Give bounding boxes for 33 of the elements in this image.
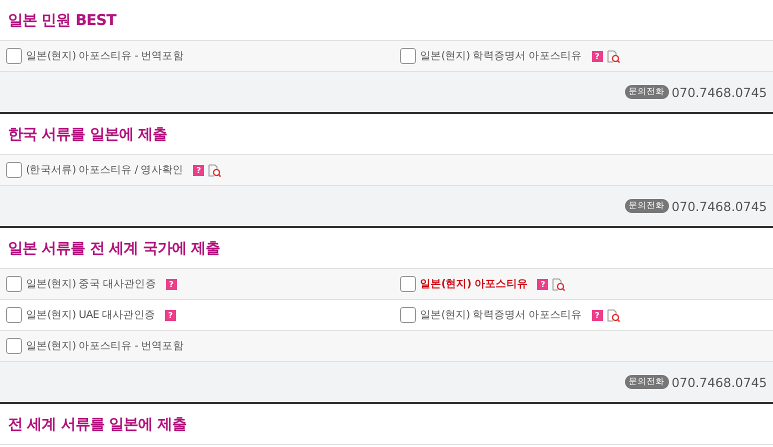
section-title: 전 세계 서류를 일본에 제출 — [0, 404, 773, 445]
document-magnifier-icon[interactable] — [552, 278, 566, 290]
item-label[interactable]: 일본(현지) 아포스티유 - 번역포함 — [26, 49, 184, 63]
help-badge[interactable]: ? — [164, 310, 176, 320]
item-label[interactable]: (한국서류) 아포스티유 / 영사확인 — [26, 163, 184, 177]
item-label[interactable]: 일본(현지) 중국 대사관인증 — [26, 277, 156, 291]
phone-badge: 문의전화 — [624, 85, 669, 99]
checkbox[interactable] — [6, 276, 22, 292]
checkbox[interactable] — [6, 338, 22, 354]
document-magnifier-icon[interactable] — [208, 164, 222, 176]
help-badge[interactable]: ? — [592, 310, 603, 320]
checkbox[interactable] — [6, 307, 22, 323]
checkbox[interactable] — [400, 48, 416, 64]
item-label[interactable]: 일본(현지) 아포스티유 — [420, 277, 528, 291]
checkbox[interactable] — [400, 307, 416, 323]
help-badge[interactable]: ? — [592, 50, 603, 62]
phone-number: 070.7468.0745 — [672, 374, 767, 390]
phone-number: 070.7468.0745 — [672, 198, 767, 214]
checkbox[interactable] — [6, 48, 22, 64]
checkbox[interactable] — [6, 162, 22, 178]
item-label[interactable]: 일본(현지) 학력증명서 아포스티유 — [420, 308, 582, 322]
item-label[interactable]: 일본(현지) UAE 대사관인증 — [26, 308, 155, 322]
document-magnifier-icon[interactable] — [606, 308, 620, 322]
help-badge[interactable]: ? — [166, 278, 177, 290]
help-badge[interactable]: ? — [537, 278, 548, 290]
item-label[interactable]: 일본(현지) 아포스티유 - 번역포함 — [26, 339, 184, 353]
item-label[interactable]: 일본(현지) 학력증명서 아포스티유 — [420, 49, 582, 63]
help-badge[interactable]: ? — [193, 164, 204, 176]
document-magnifier-icon[interactable] — [606, 50, 620, 62]
phone-badge: 문의전화 — [624, 375, 669, 389]
phone-badge: 문의전화 — [624, 199, 669, 213]
phone-number: 070.7468.0745 — [672, 84, 767, 100]
checkbox[interactable] — [400, 276, 416, 292]
